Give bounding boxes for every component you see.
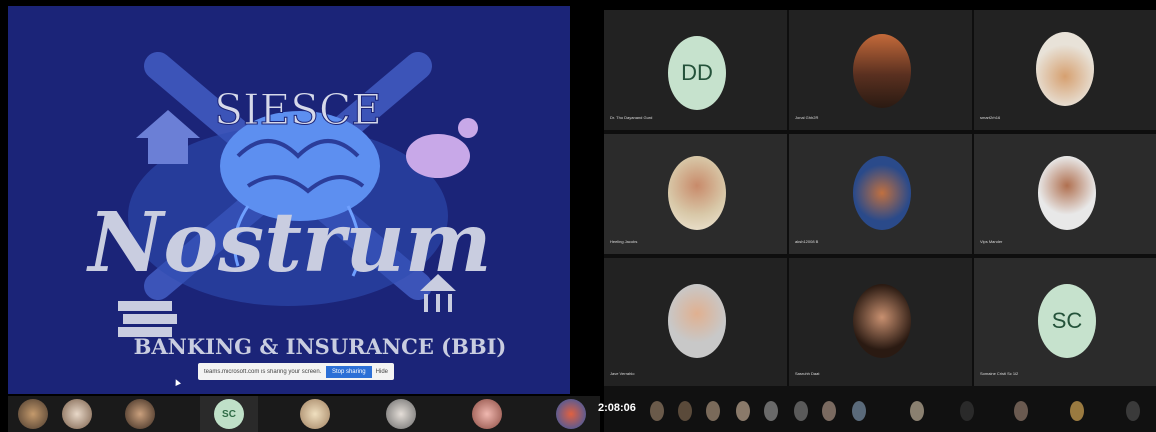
participant-tile[interactable]: aksh12008 B — [789, 134, 972, 254]
sharing-message: teams.microsoft.com is sharing your scre… — [204, 368, 322, 375]
meeting-timer: 2:08:06 — [598, 402, 636, 414]
participant-mini-thumbnail[interactable] — [736, 401, 750, 421]
participant-thumbnail[interactable] — [62, 399, 92, 429]
participant-avatar — [1036, 32, 1094, 106]
participant-mini-thumbnail[interactable] — [1014, 401, 1028, 421]
participant-thumbnail-sc[interactable]: SC — [214, 399, 244, 429]
participant-mini-thumbnail[interactable] — [764, 401, 778, 421]
participant-avatar — [1038, 156, 1096, 230]
participant-tile[interactable]: Vips Mander — [974, 134, 1156, 254]
participant-avatar — [853, 156, 911, 230]
participant-mini-thumbnail[interactable] — [1070, 401, 1084, 421]
participant-mini-thumbnail[interactable] — [852, 401, 866, 421]
slide-subtitle: BANKING & INSURANCE (BBI) — [134, 334, 507, 359]
participant-name: Sasruhh Daat — [795, 371, 820, 376]
participant-mini-thumbnail[interactable] — [706, 401, 720, 421]
participant-gallery: DD Dr. Tho Dayanand Gurd Jonal Ghh2R sma… — [604, 10, 1156, 432]
hide-button[interactable]: Hide — [376, 369, 388, 375]
participant-name: aksh12008 B — [795, 239, 819, 244]
participant-thumbnail[interactable] — [386, 399, 416, 429]
participant-name: Dr. Tho Dayanand Gurd — [610, 115, 653, 120]
participant-avatar — [853, 34, 911, 108]
participant-thumbnail[interactable] — [125, 399, 155, 429]
participant-avatar — [668, 284, 726, 358]
participant-avatar — [668, 156, 726, 230]
piggy-bank-icon — [406, 118, 478, 178]
participant-mini-thumbnail[interactable] — [960, 401, 974, 421]
participant-thumbnail[interactable] — [300, 399, 330, 429]
participant-avatar — [853, 284, 911, 358]
stop-sharing-button[interactable]: Stop sharing — [325, 365, 372, 378]
screen-sharing-notification: teams.microsoft.com is sharing your scre… — [198, 363, 394, 380]
participant-thumbnail[interactable] — [18, 399, 48, 429]
participant-tile[interactable]: Heeling Jacobs — [604, 134, 787, 254]
participant-name: Jonal Ghh2R — [795, 115, 819, 120]
participant-tile[interactable]: smart2rh16 — [974, 10, 1156, 130]
participant-name: Jave Verrahlo — [610, 371, 635, 376]
participant-name: Heeling Jacobs — [610, 239, 638, 244]
participant-name: smart2rh16 — [980, 115, 1001, 120]
shared-screen-panel: SIESCE Nostrum BANKING & INSURANCE (BBI)… — [0, 0, 600, 432]
participant-tile[interactable]: Jave Verrahlo — [604, 258, 787, 386]
slide-title: SIESCE — [214, 85, 382, 134]
participant-thumbnail[interactable] — [472, 399, 502, 429]
participant-mini-thumbnail[interactable] — [1126, 401, 1140, 421]
participant-avatar-initials: SC — [1038, 284, 1096, 358]
shared-presentation-slide: SIESCE Nostrum BANKING & INSURANCE (BBI)… — [8, 6, 570, 394]
books-icon — [118, 301, 177, 337]
slide-main-word: Nostrum — [85, 195, 491, 291]
siesce-nostrum-logo: SIESCE Nostrum BANKING & INSURANCE (BBI) — [85, 52, 507, 359]
participant-tile[interactable]: SC Somaine Cristi Sc 1i2 — [974, 258, 1156, 386]
participant-tile[interactable]: Sasruhh Daat — [789, 258, 972, 386]
participant-thumbnail[interactable] — [556, 399, 586, 429]
participant-tile[interactable]: DD Dr. Tho Dayanand Gurd — [604, 10, 787, 130]
participant-name: Somaine Cristi Sc 1i2 — [980, 371, 1019, 376]
participant-avatar-initials: DD — [668, 36, 726, 110]
participant-mini-thumbnail[interactable] — [650, 401, 664, 421]
participant-mini-thumbnail[interactable] — [794, 401, 808, 421]
participant-name: Vips Mander — [980, 239, 1003, 244]
participant-tile[interactable]: Jonal Ghh2R — [789, 10, 972, 130]
participant-mini-thumbnail[interactable] — [910, 401, 924, 421]
participant-mini-thumbnail[interactable] — [822, 401, 836, 421]
participant-mini-thumbnail[interactable] — [678, 401, 692, 421]
